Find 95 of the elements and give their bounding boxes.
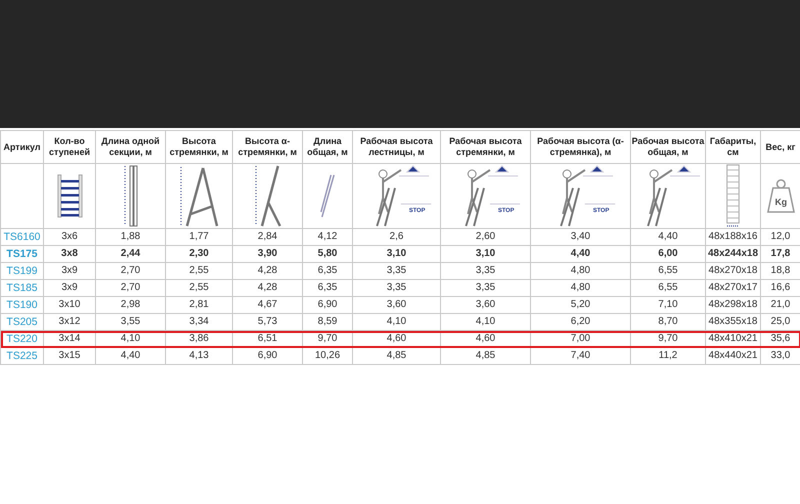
table-cell: 2,98: [96, 296, 166, 314]
table-cell: 3,10: [440, 246, 530, 262]
table-cell: 6,90: [232, 348, 302, 364]
table-cell: 3x8: [44, 246, 96, 262]
table-cell: 2,81: [166, 296, 232, 314]
column-header: Высота α-стремянки, м: [232, 130, 302, 164]
table-cell: 3,40: [530, 228, 630, 246]
table-cell: 3x9: [44, 262, 96, 280]
product-code-link[interactable]: TS6160: [0, 228, 44, 246]
table-cell: 3,34: [166, 314, 232, 330]
table-cell: 3x12: [44, 314, 96, 330]
table-cell: 4,67: [232, 296, 302, 314]
table-cell: 7,40: [530, 348, 630, 364]
table-cell: 2,55: [166, 280, 232, 296]
table-cell: 7,10: [630, 296, 706, 314]
product-code-link[interactable]: TS175: [0, 246, 44, 262]
table-cell: 4,40: [630, 228, 706, 246]
table-cell: 4,10: [440, 314, 530, 330]
column-header: Рабочая высота стремянки, м: [440, 130, 530, 164]
table-cell: 11,2: [630, 348, 706, 364]
ladder-icon: [725, 164, 741, 228]
table-cell: 2,44: [96, 246, 166, 262]
column-header: Вес, кг: [760, 130, 800, 164]
column-header: Рабочая высота лестницы, м: [352, 130, 440, 164]
product-code-link[interactable]: TS205: [0, 314, 44, 330]
table-cell: 1,88: [96, 228, 166, 246]
table-cell: 6,55: [630, 280, 706, 296]
table-cell: 6,35: [302, 262, 352, 280]
table-cell: 6,20: [530, 314, 630, 330]
table-cell: 1,77: [166, 228, 232, 246]
table-cell: 4,85: [440, 348, 530, 364]
table-cell: 3,90: [232, 246, 302, 262]
table-cell: 48x188x16: [706, 228, 760, 246]
table-cell: 8,70: [630, 314, 706, 330]
table-cell: 3,60: [440, 296, 530, 314]
table-cell: 3,35: [440, 262, 530, 280]
table-cell: 6,90: [302, 296, 352, 314]
table-cell: 5,20: [530, 296, 630, 314]
table-cell: 48x440x21: [706, 348, 760, 364]
table-cell: 3,55: [96, 314, 166, 330]
table-cell: 3,10: [352, 246, 440, 262]
table-cell: 4,13: [166, 348, 232, 364]
column-header: Высота стремянки, м: [166, 130, 232, 164]
table-cell: 2,55: [166, 262, 232, 280]
column-header: Габариты, см: [706, 130, 760, 164]
ladder-section-icon: [122, 164, 138, 228]
table-cell: 48x410x21: [706, 330, 760, 348]
table-cell: 3x10: [44, 296, 96, 314]
table-cell: 2,60: [440, 228, 530, 246]
table-cell: 2,70: [96, 262, 166, 280]
product-code-link[interactable]: TS190: [0, 296, 44, 314]
table-cell: 3,60: [352, 296, 440, 314]
table-cell: 48x298x18: [706, 296, 760, 314]
table-cell: 3x9: [44, 280, 96, 296]
table-cell: 4,28: [232, 262, 302, 280]
table-cell: 4,10: [352, 314, 440, 330]
product-code-link[interactable]: TS225: [0, 348, 44, 364]
table-cell: 8,59: [302, 314, 352, 330]
column-header: Длина общая, м: [302, 130, 352, 164]
product-code-link[interactable]: TS199: [0, 262, 44, 280]
column-header: Артикул: [0, 130, 44, 164]
table-cell: 2,70: [96, 280, 166, 296]
table-cell: 48x270x17: [706, 280, 760, 296]
table-cell: 6,55: [630, 262, 706, 280]
table-cell: 3x15: [44, 348, 96, 364]
table-cell: 4,28: [232, 280, 302, 296]
column-header: Кол-во ступеней: [44, 130, 96, 164]
table-cell: 4,40: [96, 348, 166, 364]
table-cell: 3,35: [440, 280, 530, 296]
table-cell: 4,40: [530, 246, 630, 262]
table-cell: 4,85: [352, 348, 440, 364]
table-cell: 48x270x18: [706, 262, 760, 280]
ladder-icon: [56, 174, 82, 218]
column-header: Длина одной секции, м: [96, 130, 166, 164]
product-code-link[interactable]: TS185: [0, 280, 44, 296]
table-cell: 4,12: [302, 228, 352, 246]
table-cell: 6,35: [302, 280, 352, 296]
table-cell: 3x6: [44, 228, 96, 246]
table-cell: 2,84: [232, 228, 302, 246]
table-cell: 5,80: [302, 246, 352, 262]
table-cell: 4,80: [530, 280, 630, 296]
column-header: Рабочая высота общая, м: [630, 130, 706, 164]
table-cell: 4,80: [530, 262, 630, 280]
table-cell: 3,35: [352, 280, 440, 296]
table-cell: 10,26: [302, 348, 352, 364]
column-header: Рабочая высота (α-стремянка), м: [530, 130, 630, 164]
table-cell: 6,00: [630, 246, 706, 262]
table-cell: 2,30: [166, 246, 232, 262]
table-cell: 48x355x18: [706, 314, 760, 330]
table-cell: 3,35: [352, 262, 440, 280]
product-code-link[interactable]: TS220: [0, 330, 44, 348]
ladder-icon: [320, 174, 336, 218]
table-cell: 48x244x18: [706, 246, 760, 262]
table-cell: 2,6: [352, 228, 440, 246]
table-cell: 5,73: [232, 314, 302, 330]
